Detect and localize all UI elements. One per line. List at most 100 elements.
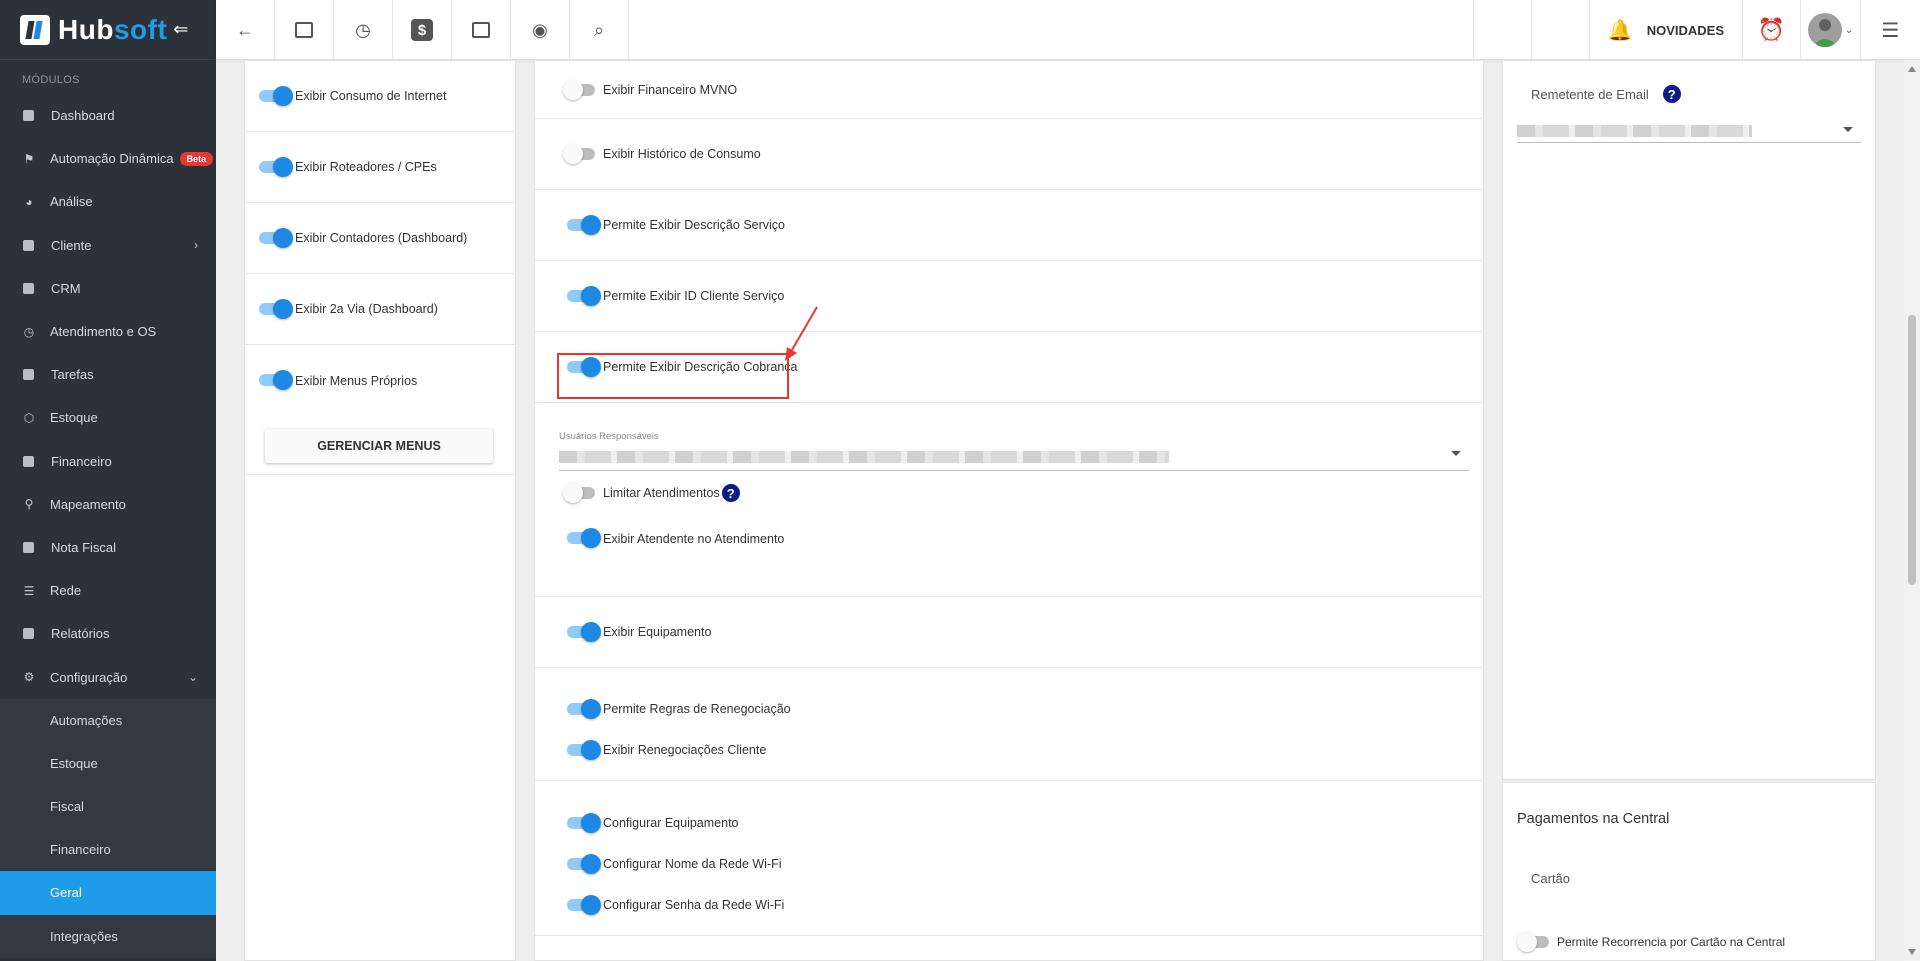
scrollbar-thumb[interactable]	[1908, 315, 1916, 585]
top-toolbar: ← ◷ $ ◉ ⌕ 🔔 NOVIDADES ⏰ ⌄ ☰	[216, 0, 1920, 60]
sidebar-item-analise[interactable]: ◕ Análise	[0, 180, 216, 223]
sidebar-item-mapeamento[interactable]: ⚲ Mapeamento	[0, 483, 216, 526]
email-sender-label: Remetente de Email	[1531, 86, 1649, 102]
toggle-exibir-equipamento[interactable]	[567, 622, 601, 642]
toggle-id-cliente-servico[interactable]	[567, 286, 601, 306]
toggle-limitar-atendimentos[interactable]	[563, 483, 595, 503]
building-button[interactable]	[1530, 0, 1589, 60]
help-icon[interactable]: ?	[1662, 85, 1681, 103]
toggle-menus-proprios[interactable]	[259, 370, 293, 390]
sidebar-subitem-estoque[interactable]: Estoque	[0, 741, 216, 785]
toggle-roteadores[interactable]	[259, 157, 293, 177]
pdf-button[interactable]	[1472, 0, 1531, 60]
sidebar-subitem-fiscal[interactable]: Fiscal	[0, 785, 216, 829]
beta-badge: Beta	[179, 151, 214, 166]
back-button[interactable]: ←	[216, 0, 275, 60]
sidebar-subitem-automacoes[interactable]: Automações	[0, 698, 216, 742]
scroll-down-icon[interactable]	[1908, 949, 1916, 955]
terminal-icon	[472, 22, 490, 38]
sidebar-item-rede[interactable]: ☰ Rede	[0, 569, 216, 612]
email-sender-select[interactable]	[1517, 119, 1861, 143]
users-responsible-select[interactable]	[559, 443, 1469, 471]
list-icon: ☰	[1881, 19, 1900, 42]
main-settings-panel: Exibir Financeiro MVNO Exibir Histórico …	[534, 60, 1484, 961]
toggle-row-consumo: Exibir Consumo de Internet	[245, 61, 515, 132]
sidebar-item-cliente[interactable]: Cliente ›	[0, 224, 216, 267]
view-button[interactable]: ◉	[511, 0, 570, 60]
contact-card-button[interactable]	[275, 0, 334, 60]
toggle-contadores[interactable]	[259, 228, 293, 248]
map-pin-icon: ⚲	[24, 497, 34, 512]
sidebar-item-financeiro[interactable]: Financeiro	[0, 440, 216, 483]
sidebar-item-automacao[interactable]: ⚑ Automação Dinâmica Beta	[0, 137, 216, 180]
alarm-button[interactable]: ⏰	[1742, 0, 1800, 60]
scroll-up-icon[interactable]	[1908, 66, 1916, 72]
toggle-financeiro-mvno[interactable]	[563, 79, 595, 100]
hubsoft-logo-icon	[20, 14, 50, 45]
manage-menus-button[interactable]: GERENCIAR MENUS	[265, 429, 493, 463]
calendar-clock-icon: ◷	[355, 19, 371, 40]
money-icon	[23, 455, 34, 467]
sidebar-subitem-financeiro[interactable]: Financeiro	[0, 828, 216, 872]
dollar-icon: $	[411, 19, 433, 41]
toggle-recorrencia-cartao[interactable]	[1517, 932, 1549, 952]
client-icon	[23, 239, 34, 251]
financial-button[interactable]: $	[393, 0, 452, 60]
automation-icon: ⚑	[23, 151, 35, 166]
report-icon	[23, 628, 34, 640]
pdf-file-icon	[1495, 21, 1509, 39]
redacted-email-value	[1517, 125, 1752, 137]
search-button[interactable]: ⌕	[570, 0, 629, 60]
page-scrollbar[interactable]	[1904, 60, 1920, 961]
email-settings-panel: Remetente de Email ?	[1502, 60, 1876, 780]
toggle-regras-renegociacao[interactable]	[567, 699, 601, 719]
sidebar-item-estoque[interactable]: ⬡ Estoque	[0, 396, 216, 439]
toggle-configurar-wifi-senha[interactable]	[567, 895, 601, 915]
gear-icon: ⚙	[23, 670, 35, 685]
dashboard-icon	[23, 110, 34, 122]
calendar-clock-icon: ◷	[23, 324, 35, 339]
bell-icon: 🔔	[1607, 19, 1633, 42]
novidades-button[interactable]: 🔔 NOVIDADES	[1588, 0, 1742, 60]
sidebar: Hubsoft ⇐ MÓDULOS Dashboard ⚑ Automação D…	[0, 0, 216, 961]
toggle-2a-via[interactable]	[259, 299, 293, 319]
sidebar-item-tarefas[interactable]: Tarefas	[0, 353, 216, 396]
sidebar-subitem-geral[interactable]: Geral	[0, 871, 216, 915]
dropdown-caret-icon[interactable]	[1451, 451, 1461, 456]
sidebar-subitem-integracoes[interactable]: Integrações	[0, 914, 216, 958]
sidebar-item-nota-fiscal[interactable]: Nota Fiscal	[0, 526, 216, 569]
toggle-historico-consumo[interactable]	[563, 144, 595, 164]
email-sender-header: Remetente de Email ?	[1531, 85, 1681, 103]
sidebar-item-relatorios[interactable]: Relatórios	[0, 612, 216, 655]
sidebar-item-atendimento[interactable]: ◷ Atendimento e OS	[0, 310, 216, 353]
toggle-configurar-equipamento[interactable]	[567, 813, 601, 833]
toggle-row-regras: Permite Regras de Renegociação	[567, 699, 1483, 719]
help-icon[interactable]: ?	[721, 484, 740, 502]
sidebar-item-crm[interactable]: CRM	[0, 267, 216, 310]
annotation-arrow-icon	[785, 306, 818, 361]
dropdown-caret-icon[interactable]	[1843, 127, 1853, 132]
collapse-sidebar-icon[interactable]: ⇐	[173, 19, 188, 40]
toggle-row-equipamento: Exibir Equipamento	[535, 597, 1483, 668]
toggle-descricao-servico[interactable]	[567, 215, 601, 235]
back-icon: ←	[236, 19, 254, 40]
toggle-row-configurar-equip: Configurar Equipamento	[567, 813, 1483, 833]
calendar-clock-button[interactable]: ◷	[334, 0, 393, 60]
toggle-renegociacoes-cliente[interactable]	[567, 740, 601, 760]
user-menu-button[interactable]: ⌄	[1800, 0, 1860, 60]
alarm-icon: ⏰	[1757, 17, 1786, 42]
toggle-consumo-internet[interactable]	[259, 86, 293, 106]
terminal-button[interactable]	[452, 0, 511, 60]
sidebar-item-configuracao[interactable]: ⚙ Configuração ⌄	[0, 655, 216, 698]
central-payments-panel: Pagamentos na Central Cartão Permite Rec…	[1502, 782, 1876, 961]
toggle-row-mvno: Exibir Financeiro MVNO	[535, 61, 1483, 119]
toggle-configurar-wifi-nome[interactable]	[567, 854, 601, 874]
list-menu-button[interactable]: ☰	[1860, 0, 1920, 60]
sidebar-item-dashboard[interactable]: Dashboard	[0, 94, 216, 137]
toggle-row-wifi-nome: Configurar Nome da Rede Wi-Fi	[567, 854, 1483, 874]
chevron-down-icon: ⌄	[187, 670, 198, 685]
users-responsible-label: Usuários Responsáveis	[559, 431, 659, 442]
toggle-row-id-cliente: Permite Exibir ID Cliente Serviço	[535, 261, 1483, 332]
toggle-exibir-atendente[interactable]	[567, 528, 601, 548]
brand-name: Hubsoft	[58, 13, 168, 45]
